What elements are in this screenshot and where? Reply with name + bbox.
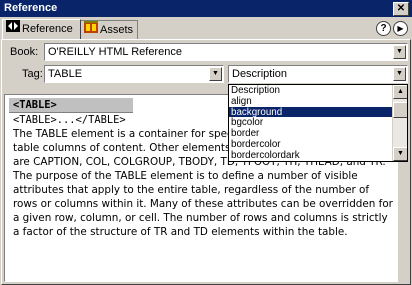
- dropdown-item[interactable]: border: [229, 128, 407, 139]
- tab-reference-label: Reference: [22, 22, 73, 35]
- window-title: Reference: [4, 2, 58, 14]
- tag-select[interactable]: TABLE ▼: [44, 65, 224, 83]
- chevron-down-icon[interactable]: ▼: [209, 67, 222, 81]
- dropdown-item[interactable]: bgcolor: [229, 117, 407, 128]
- tag-label: Tag:: [22, 68, 43, 80]
- tag-select-value: TABLE: [48, 68, 83, 80]
- scroll-thumb[interactable]: [393, 102, 407, 119]
- tab-assets[interactable]: Assets: [80, 20, 138, 39]
- attribute-select-value: Description: [232, 68, 288, 80]
- tab-row: Reference Assets ? ▶: [0, 17, 412, 39]
- tab-reference[interactable]: Reference: [2, 19, 81, 39]
- dropdown-item[interactable]: background: [229, 106, 407, 117]
- title-bar: Reference ✕: [0, 0, 412, 17]
- book-label: Book:: [10, 46, 39, 58]
- dropdown-item[interactable]: align: [229, 96, 407, 107]
- assets-tab-icon: [84, 21, 98, 39]
- help-icon[interactable]: ?: [376, 21, 391, 36]
- dropdown-item[interactable]: Description: [229, 85, 407, 96]
- attribute-dropdown-list[interactable]: Description align background bgcolor border b…: [228, 84, 408, 162]
- scroll-down-icon[interactable]: ▼: [393, 147, 407, 161]
- chevron-down-icon[interactable]: ▼: [393, 45, 406, 59]
- dropdown-item[interactable]: bordercolordark: [229, 150, 407, 161]
- content-heading: <TABLE>: [9, 98, 133, 113]
- dropdown-scrollbar[interactable]: ▲ ▼: [392, 85, 407, 161]
- book-select-value: O'REILLY HTML Reference: [48, 46, 182, 58]
- reference-tab-icon: [6, 20, 20, 38]
- options-menu-icon[interactable]: ▶: [393, 21, 408, 36]
- attribute-select[interactable]: Description ▼: [228, 65, 408, 83]
- close-icon[interactable]: ✕: [393, 2, 409, 16]
- chevron-down-icon[interactable]: ▼: [393, 67, 406, 81]
- tab-assets-label: Assets: [100, 23, 134, 36]
- dropdown-item[interactable]: bordercolor: [229, 139, 407, 150]
- scroll-up-icon[interactable]: ▲: [393, 85, 407, 99]
- book-select[interactable]: O'REILLY HTML Reference ▼: [44, 43, 408, 61]
